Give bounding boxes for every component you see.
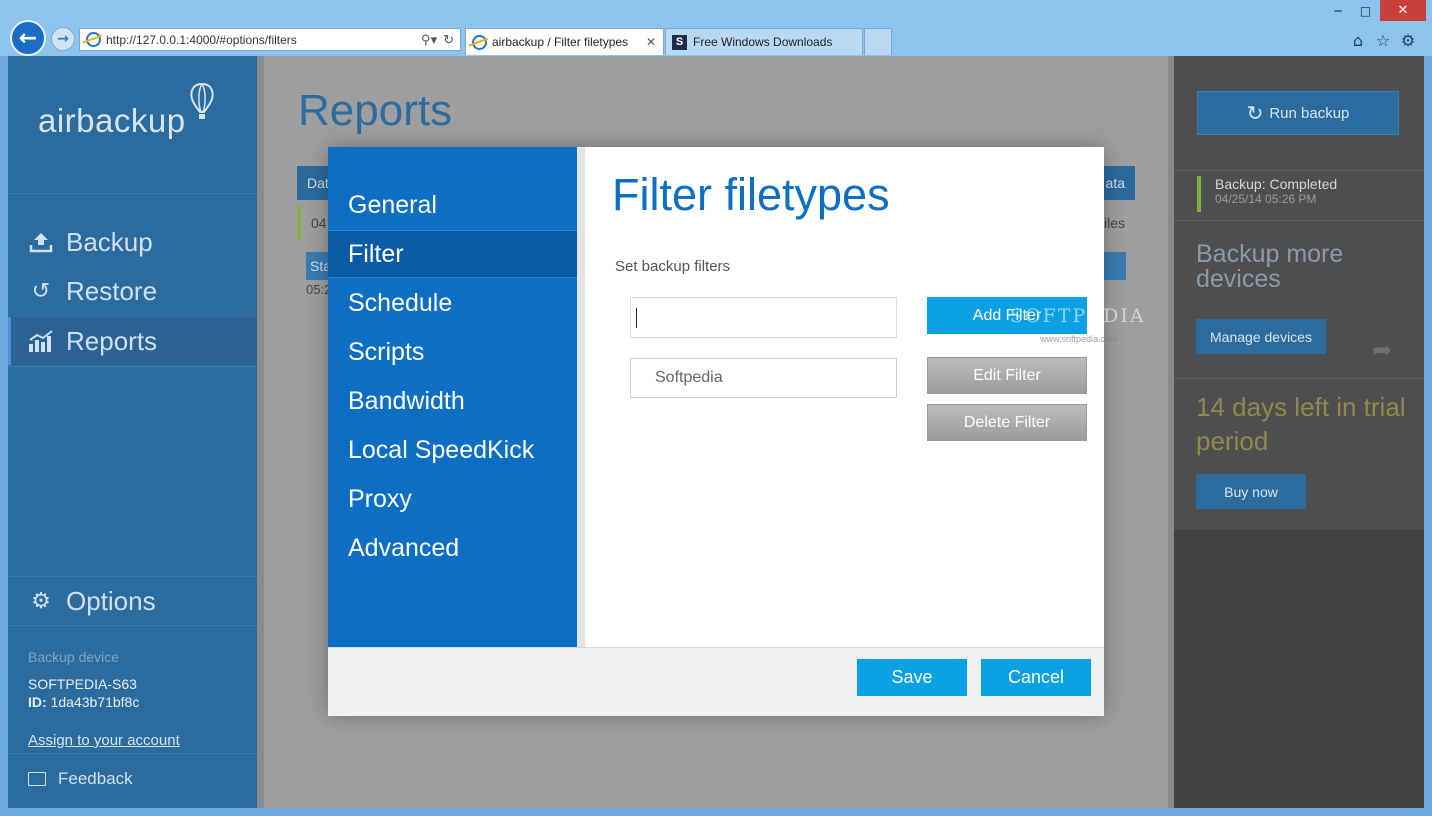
manage-devices-button[interactable]: Manage devices <box>1196 319 1326 354</box>
status-title: Backup: Completed <box>1215 176 1338 192</box>
feedback-label: Feedback <box>58 769 133 788</box>
balloon-logo-icon <box>190 82 214 119</box>
row-files: iles <box>1103 215 1125 231</box>
run-backup-button[interactable]: ↻ Run backup <box>1197 91 1399 135</box>
delete-filter-button[interactable]: Delete Filter <box>927 404 1087 441</box>
filter-list[interactable]: Softpedia <box>630 358 897 398</box>
dialog-title: Filter filetypes <box>612 169 890 220</box>
close-window-button[interactable]: ✕ <box>1380 0 1426 21</box>
home-icon[interactable]: ⌂ <box>1348 30 1368 50</box>
options-nav-scripts[interactable]: Scripts <box>328 328 577 376</box>
tab-free-windows-downloads[interactable]: S Free Windows Downloads <box>665 28 863 55</box>
options-dialog: General Filter Schedule Scripts Bandwidt… <box>328 147 1104 716</box>
gear-icon: ⚙ <box>31 588 51 613</box>
options-nav-general[interactable]: General <box>328 181 577 229</box>
sidebar-item-restore[interactable]: ↺ Restore <box>8 267 257 315</box>
refresh-icon: ↻ <box>1246 102 1264 125</box>
right-panel: ↻ Run backup Backup: Completed 04/25/14 … <box>1174 56 1424 808</box>
divider <box>8 753 257 754</box>
device-name: SOFTPEDIA-S63 <box>28 676 137 692</box>
sidebar-item-label: Backup <box>66 226 153 257</box>
cancel-button[interactable]: Cancel <box>981 659 1091 696</box>
device-id: ID: 1da43b71bf8c <box>28 694 139 710</box>
options-nav-proxy[interactable]: Proxy <box>328 475 577 523</box>
trial-notice: 14 days left in trial period <box>1196 392 1406 456</box>
divider <box>8 193 257 194</box>
options-nav: General Filter Schedule Scripts Bandwidt… <box>328 147 577 647</box>
edit-filter-button[interactable]: Edit Filter <box>927 357 1087 394</box>
save-button[interactable]: Save <box>857 659 967 696</box>
sidebar: airbackup Backup ↺ Restore Reports ⚙ Opt… <box>8 56 257 808</box>
sidebar-item-label: Reports <box>66 325 158 356</box>
app-logo: airbackup <box>38 102 186 139</box>
softpedia-icon: S <box>672 34 687 50</box>
page-title: Reports <box>298 86 453 135</box>
chat-icon <box>28 772 46 786</box>
text-caret <box>636 308 637 328</box>
browser-chrome: ← → http://127.0.0.1:4000/#options/filte… <box>0 0 1432 56</box>
divider <box>1174 170 1424 171</box>
divider <box>1174 378 1424 379</box>
search-icon[interactable]: ⚲▾ <box>421 32 437 48</box>
upload-icon <box>28 229 54 255</box>
address-bar[interactable]: http://127.0.0.1:4000/#options/filters ⚲… <box>79 28 461 51</box>
forward-arrow-icon[interactable]: → <box>51 27 75 51</box>
minimize-button[interactable]: ─ <box>1325 0 1351 21</box>
sidebar-item-options[interactable]: ⚙ Options <box>8 577 257 625</box>
chart-icon <box>28 328 54 354</box>
device-caption: Backup device <box>28 649 120 665</box>
column-header-date: Dat <box>307 175 329 191</box>
sidebar-item-label: Options <box>66 585 156 616</box>
star-icon[interactable]: ☆ <box>1373 30 1393 50</box>
device-id-label: ID: <box>28 694 47 710</box>
column-header-data: ata <box>1105 175 1125 191</box>
ie-icon <box>86 32 101 47</box>
divider <box>8 366 257 367</box>
device-id-value: 1da43b71bf8c <box>50 694 140 710</box>
options-nav-bandwidth[interactable]: Bandwidth <box>328 377 577 425</box>
tab-label: Free Windows Downloads <box>693 35 833 49</box>
dialog-footer: Save Cancel <box>328 647 1104 716</box>
assign-account-link[interactable]: Assign to your account <box>28 732 180 749</box>
sidebar-item-reports[interactable]: Reports <box>8 317 257 365</box>
sidebar-item-backup[interactable]: Backup <box>8 218 257 266</box>
run-backup-label: Run backup <box>1269 104 1350 122</box>
ie-icon <box>472 34 487 50</box>
history-icon: ↺ <box>31 278 51 303</box>
status-time: 04/25/14 05:26 PM <box>1215 192 1317 206</box>
close-icon[interactable]: ✕ <box>643 35 659 49</box>
refresh-icon[interactable]: ↻ <box>443 32 454 48</box>
nav-separator <box>577 147 585 647</box>
filter-input[interactable] <box>630 297 897 338</box>
tab-airbackup[interactable]: airbackup / Filter filetypes ✕ <box>465 28 664 55</box>
set-filters-label: Set backup filters <box>615 258 731 275</box>
tab-label: airbackup / Filter filetypes <box>492 35 629 49</box>
feedback-link[interactable]: Feedback <box>28 769 133 789</box>
back-arrow-icon[interactable]: ← <box>10 20 46 56</box>
new-tab-button[interactable] <box>864 28 892 55</box>
options-nav-local-speedkick[interactable]: Local SpeedKick <box>328 426 577 474</box>
share-icon[interactable]: ➦ <box>1372 336 1402 364</box>
list-item[interactable]: Softpedia <box>655 369 723 387</box>
divider <box>8 625 257 626</box>
divider <box>1174 220 1424 221</box>
address-text[interactable]: http://127.0.0.1:4000/#options/filters <box>106 33 421 47</box>
buy-now-button[interactable]: Buy now <box>1196 474 1306 509</box>
backup-status: Backup: Completed 04/25/14 05:26 PM <box>1197 176 1399 212</box>
backup-more-heading: Backup more devices <box>1196 240 1344 293</box>
maximize-button[interactable]: □ <box>1352 0 1379 21</box>
options-nav-filter[interactable]: Filter <box>328 230 577 278</box>
sidebar-item-label: Restore <box>66 275 158 306</box>
options-nav-advanced[interactable]: Advanced <box>328 524 577 572</box>
softpedia-watermark-url: www.softpedia.com <box>1040 334 1118 344</box>
options-nav-schedule[interactable]: Schedule <box>328 279 577 327</box>
gear-icon[interactable]: ⚙ <box>1398 30 1418 50</box>
softpedia-watermark: SOFTPEDIA <box>1010 305 1146 327</box>
row-date: 04 <box>311 215 327 231</box>
